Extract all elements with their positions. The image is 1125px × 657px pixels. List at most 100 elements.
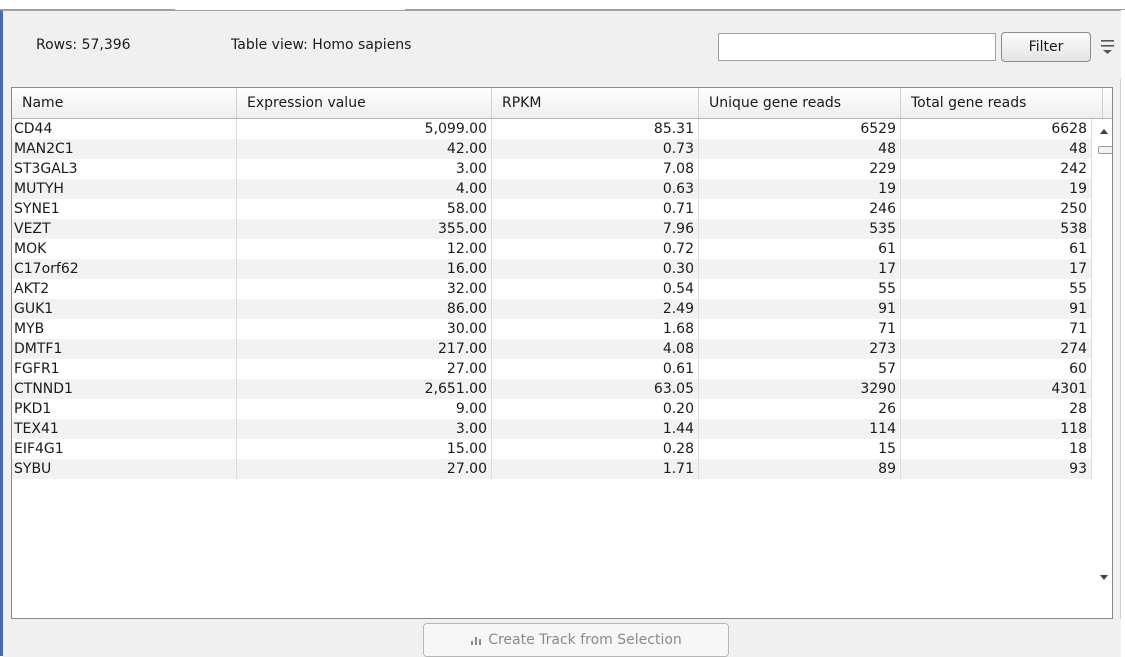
cell-total-gene-reads: 61 bbox=[901, 239, 1092, 259]
cell-total-gene-reads: 91 bbox=[901, 299, 1092, 319]
cell-total-gene-reads: 6628 bbox=[901, 119, 1092, 139]
cell-expression-value: 15.00 bbox=[237, 439, 492, 459]
cell-total-gene-reads: 118 bbox=[901, 419, 1092, 439]
table-row[interactable]: CTNND1 2,651.00 63.05 3290 4301 bbox=[12, 379, 1092, 399]
cell-expression-value: 9.00 bbox=[237, 399, 492, 419]
top-tab-strip bbox=[0, 0, 1125, 10]
cell-rpkm: 2.49 bbox=[492, 299, 699, 319]
cell-unique-gene-reads: 61 bbox=[699, 239, 901, 259]
cell-name: CTNND1 bbox=[12, 379, 237, 399]
cell-rpkm: 85.31 bbox=[492, 119, 699, 139]
table-row[interactable]: GUK1 86.00 2.49 91 91 bbox=[12, 299, 1092, 319]
table-row[interactable]: FGFR1 27.00 0.61 57 60 bbox=[12, 359, 1092, 379]
cell-unique-gene-reads: 535 bbox=[699, 219, 901, 239]
cell-rpkm: 0.28 bbox=[492, 439, 699, 459]
table-row[interactable]: SYNE1 58.00 0.71 246 250 bbox=[12, 199, 1092, 219]
cell-rpkm: 0.20 bbox=[492, 399, 699, 419]
cell-rpkm: 0.71 bbox=[492, 199, 699, 219]
cell-total-gene-reads: 18 bbox=[901, 439, 1092, 459]
table-row[interactable]: VEZT 355.00 7.96 535 538 bbox=[12, 219, 1092, 239]
cell-unique-gene-reads: 3290 bbox=[699, 379, 901, 399]
cell-unique-gene-reads: 55 bbox=[699, 279, 901, 299]
table-row[interactable]: PKD1 9.00 0.20 26 28 bbox=[12, 399, 1092, 419]
cell-unique-gene-reads: 89 bbox=[699, 459, 901, 479]
table-row[interactable]: DMTF1 217.00 4.08 273 274 bbox=[12, 339, 1092, 359]
scroll-down-arrow-icon[interactable] bbox=[1100, 575, 1108, 580]
filter-button[interactable]: Filter bbox=[1001, 32, 1091, 62]
cell-name: FGFR1 bbox=[12, 359, 237, 379]
cell-unique-gene-reads: 48 bbox=[699, 139, 901, 159]
cell-expression-value: 27.00 bbox=[237, 359, 492, 379]
cell-name: SYNE1 bbox=[12, 199, 237, 219]
cell-total-gene-reads: 274 bbox=[901, 339, 1092, 359]
cell-rpkm: 0.30 bbox=[492, 259, 699, 279]
cell-total-gene-reads: 28 bbox=[901, 399, 1092, 419]
cell-unique-gene-reads: 26 bbox=[699, 399, 901, 419]
cell-expression-value: 2,651.00 bbox=[237, 379, 492, 399]
cell-expression-value: 3.00 bbox=[237, 159, 492, 179]
cell-rpkm: 63.05 bbox=[492, 379, 699, 399]
vertical-scrollbar[interactable] bbox=[1096, 119, 1112, 618]
table-row[interactable]: MAN2C1 42.00 0.73 48 48 bbox=[12, 139, 1092, 159]
cell-rpkm: 0.54 bbox=[492, 279, 699, 299]
scroll-up-arrow-icon[interactable] bbox=[1100, 129, 1108, 134]
cell-unique-gene-reads: 246 bbox=[699, 199, 901, 219]
filter-input[interactable] bbox=[718, 33, 996, 61]
cell-name: VEZT bbox=[12, 219, 237, 239]
cell-name: SYBU bbox=[12, 459, 237, 479]
cell-expression-value: 42.00 bbox=[237, 139, 492, 159]
table-view-label: Table view: Homo sapiens bbox=[231, 37, 412, 53]
cell-unique-gene-reads: 19 bbox=[699, 179, 901, 199]
cell-rpkm: 4.08 bbox=[492, 339, 699, 359]
cell-unique-gene-reads: 229 bbox=[699, 159, 901, 179]
cell-rpkm: 7.96 bbox=[492, 219, 699, 239]
cell-rpkm: 0.61 bbox=[492, 359, 699, 379]
cell-name: MYB bbox=[12, 319, 237, 339]
table-row[interactable]: MUTYH 4.00 0.63 19 19 bbox=[12, 179, 1092, 199]
create-track-label: Create Track from Selection bbox=[488, 632, 682, 648]
table-row[interactable]: C17orf62 16.00 0.30 17 17 bbox=[12, 259, 1092, 279]
column-header-unique-gene-reads[interactable]: Unique gene reads bbox=[699, 88, 901, 118]
cell-name: CD44 bbox=[12, 119, 237, 139]
table-row[interactable]: MOK 12.00 0.72 61 61 bbox=[12, 239, 1092, 259]
column-header-name[interactable]: Name bbox=[12, 88, 237, 118]
hamburger-menu-icon[interactable] bbox=[1099, 37, 1117, 57]
cell-total-gene-reads: 71 bbox=[901, 319, 1092, 339]
table-header: Name Expression value RPKM Unique gene r… bbox=[12, 88, 1112, 119]
column-header-expression-value[interactable]: Expression value bbox=[237, 88, 492, 118]
column-header-total-gene-reads[interactable]: Total gene reads bbox=[901, 88, 1103, 118]
table-row[interactable]: EIF4G1 15.00 0.28 15 18 bbox=[12, 439, 1092, 459]
cell-rpkm: 7.08 bbox=[492, 159, 699, 179]
table-row[interactable]: AKT2 32.00 0.54 55 55 bbox=[12, 279, 1092, 299]
cell-expression-value: 355.00 bbox=[237, 219, 492, 239]
cell-expression-value: 58.00 bbox=[237, 199, 492, 219]
cell-unique-gene-reads: 114 bbox=[699, 419, 901, 439]
cell-expression-value: 5,099.00 bbox=[237, 119, 492, 139]
cell-unique-gene-reads: 17 bbox=[699, 259, 901, 279]
table-view-panel: Rows: 57,396 Table view: Homo sapiens Fi… bbox=[0, 10, 1121, 657]
cell-name: AKT2 bbox=[12, 279, 237, 299]
cell-total-gene-reads: 19 bbox=[901, 179, 1092, 199]
cell-total-gene-reads: 538 bbox=[901, 219, 1092, 239]
cell-expression-value: 4.00 bbox=[237, 179, 492, 199]
cell-unique-gene-reads: 15 bbox=[699, 439, 901, 459]
cell-total-gene-reads: 60 bbox=[901, 359, 1092, 379]
cell-expression-value: 3.00 bbox=[237, 419, 492, 439]
table-row[interactable]: ST3GAL3 3.00 7.08 229 242 bbox=[12, 159, 1092, 179]
cell-total-gene-reads: 93 bbox=[901, 459, 1092, 479]
column-header-rpkm[interactable]: RPKM bbox=[492, 88, 699, 118]
cell-name: DMTF1 bbox=[12, 339, 237, 359]
table-row[interactable]: SYBU 27.00 1.71 89 93 bbox=[12, 459, 1092, 479]
cell-expression-value: 217.00 bbox=[237, 339, 492, 359]
cell-total-gene-reads: 4301 bbox=[901, 379, 1092, 399]
cell-expression-value: 16.00 bbox=[237, 259, 492, 279]
scroll-thumb[interactable] bbox=[1098, 146, 1112, 154]
create-track-button[interactable]: Create Track from Selection bbox=[423, 623, 729, 657]
cell-unique-gene-reads: 57 bbox=[699, 359, 901, 379]
table-row[interactable]: TEX41 3.00 1.44 114 118 bbox=[12, 419, 1092, 439]
cell-rpkm: 1.68 bbox=[492, 319, 699, 339]
table-row[interactable]: CD44 5,099.00 85.31 6529 6628 bbox=[12, 119, 1092, 139]
table-row[interactable]: MYB 30.00 1.68 71 71 bbox=[12, 319, 1092, 339]
cell-total-gene-reads: 48 bbox=[901, 139, 1092, 159]
cell-name: MAN2C1 bbox=[12, 139, 237, 159]
